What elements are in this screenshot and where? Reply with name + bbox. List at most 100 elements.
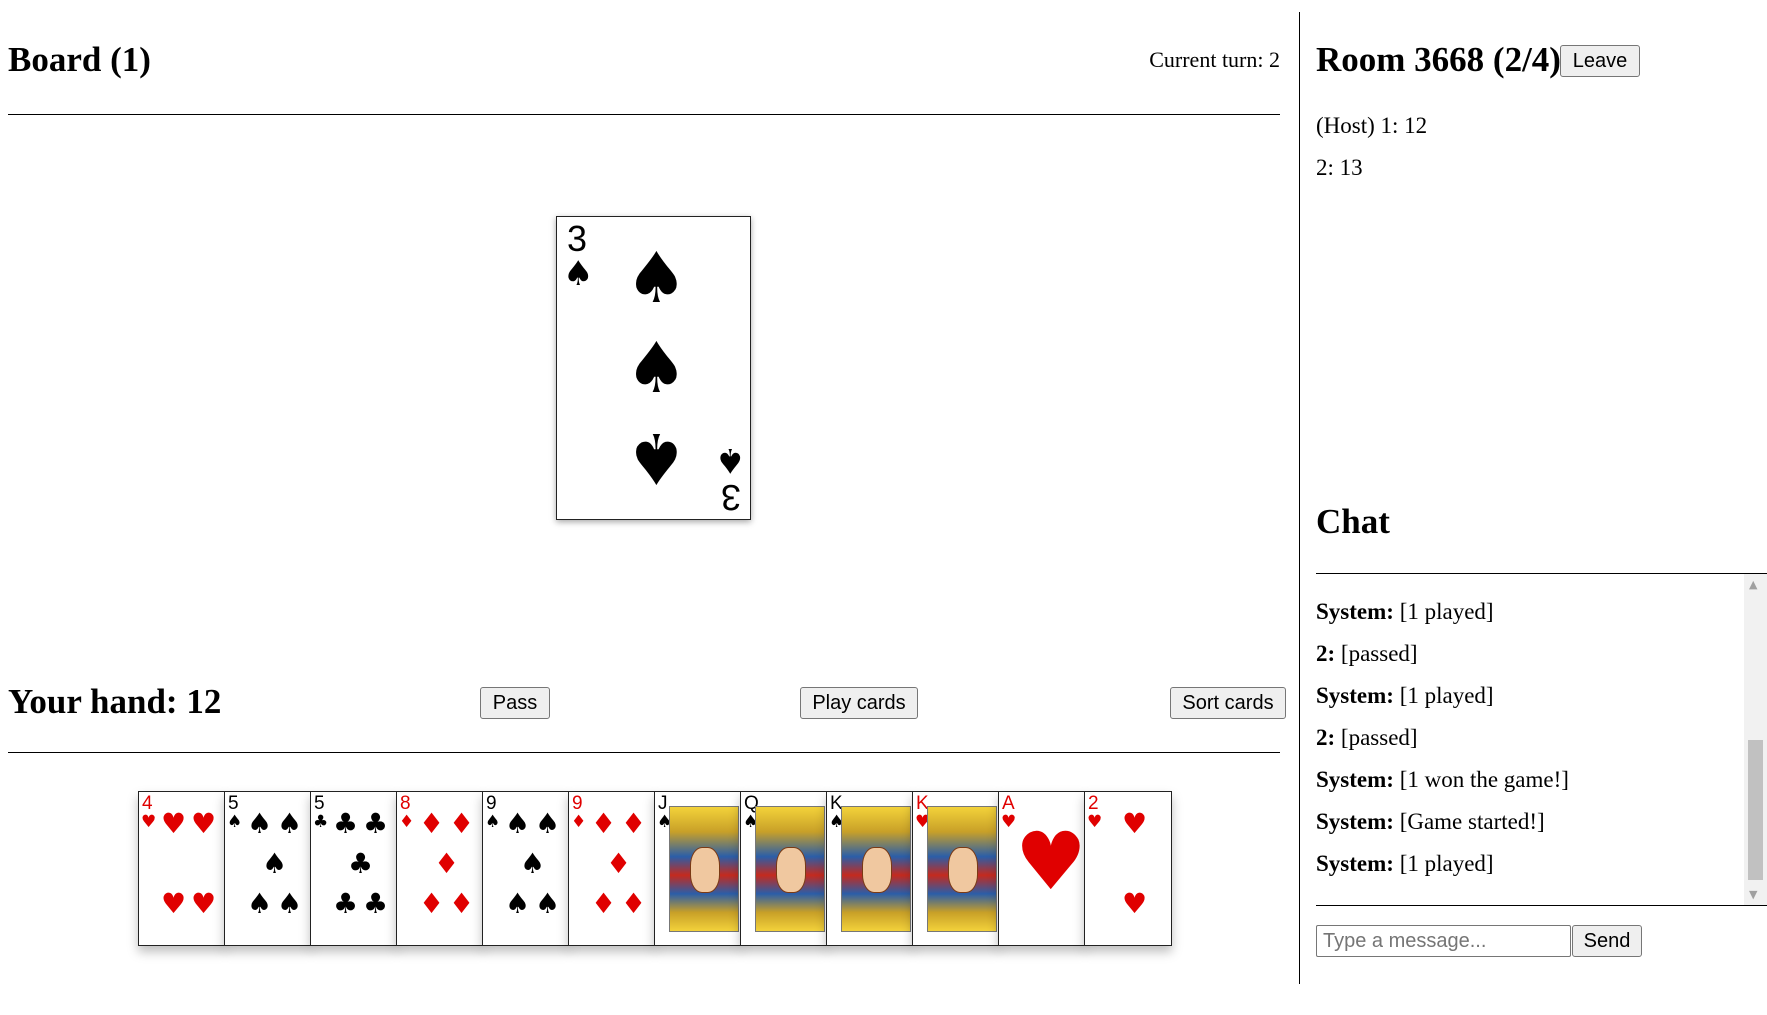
face-card-art [669,806,739,932]
club-icon: ♣ [363,807,389,840]
hand-card[interactable]: A ♥ ♥ [998,791,1086,946]
diamond-icon: ♦ [449,887,475,920]
scrollbar-thumb[interactable] [1748,740,1763,880]
diamond-icon: ♦ [419,807,445,840]
heart-icon: ♥ [1122,887,1148,920]
chat-message-partial [1316,574,1322,588]
card-rank: 2 [1088,793,1099,814]
spade-icon: ♠ [505,807,531,840]
chat-message-input[interactable] [1316,925,1571,957]
chat-author: System: [1316,809,1394,834]
chat-scrollbar[interactable]: ▲ ▼ [1744,574,1767,905]
send-button[interactable]: Send [1572,925,1642,957]
spade-icon: ♠ [227,812,243,832]
hand-divider [8,752,1280,753]
chat-text: [passed] [1340,641,1418,666]
heart-icon: ♥ [1122,807,1148,840]
hand-card[interactable]: 8 ♦ ♦ ♦ ♦ ♦ ♦ [396,791,484,946]
spade-icon: ♠ [505,887,531,920]
diamond-icon: ♦ [591,807,617,840]
spade-icon: ♠ [262,847,288,880]
heart-icon: ♥ [1087,812,1103,832]
club-icon: ♣ [333,807,359,840]
hand-card[interactable]: 4 ♥ ♥ ♥ ♥ ♥ [138,791,226,946]
card-rank: 5 [228,793,239,814]
heart-icon: ♥ [191,887,217,920]
chat-author: System: [1316,851,1394,876]
chat-message: 2: [passed] [1316,724,1418,752]
board-title: Board (1) [8,40,151,79]
chat-text: [Game started!] [1399,809,1545,834]
panel-divider [1299,12,1300,984]
chat-message: System: [1 played] [1316,682,1494,710]
room-title: Room 3668 (2/4) [1316,40,1561,79]
heart-icon: ♥ [141,812,157,832]
chat-author: 2: [1316,725,1336,750]
spade-icon: ♠ [625,327,688,409]
chat-author: 2: [1316,641,1336,666]
chat-author: System: [1316,683,1394,708]
board-divider [8,114,1280,115]
spade-icon: ♠ [535,887,561,920]
card-rank: A [1002,793,1015,814]
hand-card[interactable]: 2 ♥ ♥ ♥ [1084,791,1172,946]
diamond-icon: ♦ [621,807,647,840]
sort-cards-button[interactable]: Sort cards [1170,687,1286,719]
card-rank: 4 [142,793,153,814]
chat-author: System: [1316,767,1394,792]
hand-card[interactable]: K ♥ [912,791,1000,946]
scroll-down-icon[interactable]: ▼ [1749,888,1757,901]
chat-text: [1 played] [1399,683,1494,708]
spade-icon: ♠ [277,887,303,920]
chat-log[interactable]: System: [1 played] 2: [passed] System: [… [1316,573,1767,906]
board-panel: Board (1) Current turn: 2 3 ♠ ♠ ♠ ♠ ♠ 3 … [8,0,1286,1015]
spade-icon: ♠ [247,887,273,920]
spade-icon: ♠ [563,254,594,294]
spade-icon: ♠ [625,237,688,319]
spade-icon: ♠ [715,440,746,480]
pass-button[interactable]: Pass [480,687,550,719]
hand-card[interactable]: 9 ♦ ♦ ♦ ♦ ♦ ♦ [568,791,656,946]
chat-message: System: [Game started!] [1316,808,1545,836]
diamond-icon: ♦ [606,847,632,880]
face-card-art [841,806,911,932]
leave-button[interactable]: Leave [1560,45,1640,77]
board-card: 3 ♠ ♠ ♠ ♠ ♠ 3 [556,216,751,520]
player-list-item: 2: 13 [1316,155,1363,180]
hand-card[interactable]: Q ♠ [740,791,828,946]
card-rank: 9 [486,793,497,814]
chat-message: System: [1 played] [1316,598,1494,626]
card-rank: 5 [314,793,325,814]
diamond-icon: ♦ [399,812,415,832]
player-list-item: (Host) 1: 12 [1316,113,1428,138]
chat-text: [1 won the game!] [1399,767,1569,792]
chat-message: 2: [passed] [1316,640,1418,668]
spade-icon: ♠ [535,807,561,840]
board-card-rank-bottom: 3 [721,477,742,518]
play-cards-button[interactable]: Play cards [800,687,918,719]
face-card-art [755,806,825,932]
room-panel: Room 3668 (2/4) Leave (Host) 1: 12 2: 13… [1316,0,1767,1015]
hand-card[interactable]: K ♠ [826,791,914,946]
heart-icon: ♥ [1015,815,1086,908]
spade-icon: ♠ [520,847,546,880]
hand-card[interactable]: J ♠ [654,791,742,946]
diamond-icon: ♦ [434,847,460,880]
scroll-up-icon[interactable]: ▲ [1749,578,1757,591]
club-icon: ♣ [333,887,359,920]
card-rank: 8 [400,793,411,814]
club-icon: ♣ [348,847,374,880]
current-turn: Current turn: 2 [1149,47,1280,72]
club-icon: ♣ [313,812,329,832]
hand-card[interactable]: 5 ♣ ♣ ♣ ♣ ♣ ♣ [310,791,398,946]
card-rank: J [658,793,668,814]
heart-icon: ♥ [191,807,217,840]
hand-card[interactable]: 5 ♠ ♠ ♠ ♠ ♠ ♠ [224,791,312,946]
hand-card[interactable]: 9 ♠ ♠ ♠ ♠ ♠ ♠ [482,791,570,946]
chat-title: Chat [1316,502,1390,541]
chat-message: System: [1 won the game!] [1316,766,1569,794]
card-rank: 9 [572,793,583,814]
spade-icon: ♠ [625,417,688,499]
diamond-icon: ♦ [591,887,617,920]
board-card-rank: 3 [567,218,588,259]
